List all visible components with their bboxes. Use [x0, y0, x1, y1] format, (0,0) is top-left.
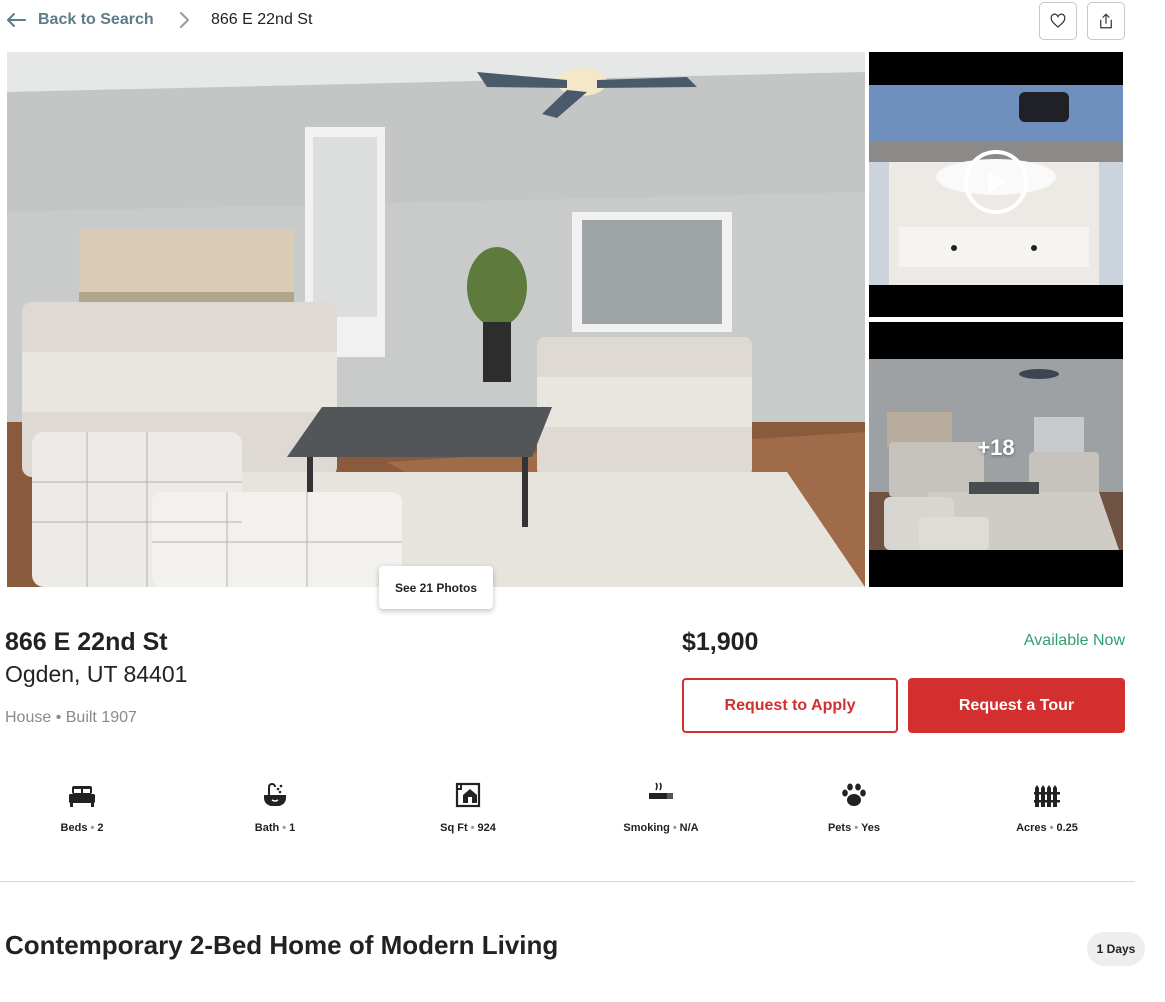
fact-smoking-text: Smoking • N/A	[581, 822, 741, 834]
fact-separator: •	[672, 822, 677, 834]
living-room-photo	[7, 52, 865, 587]
breadcrumb-current: 866 E 22nd St	[211, 11, 313, 28]
smoking-icon	[649, 782, 673, 799]
fact-beds: Beds • 2	[2, 780, 162, 834]
section-divider	[0, 881, 1135, 882]
bed-icon	[69, 786, 95, 807]
fact-beds-text: Beds • 2	[2, 822, 162, 834]
fact-bath-label: Bath	[254, 822, 280, 834]
main-photo[interactable]	[7, 52, 865, 587]
paw-icon	[842, 783, 866, 806]
chevron-right-icon	[180, 12, 189, 28]
top-bar: Back to Search 866 E 22nd St	[0, 0, 1165, 44]
back-to-search-label: Back to Search	[38, 11, 154, 28]
fact-separator: •	[470, 822, 475, 834]
days-on-market-badge: 1 Days	[1087, 932, 1145, 966]
play-button[interactable]	[964, 150, 1028, 214]
fact-acres: Acres • 0.25	[967, 780, 1127, 834]
fact-separator: •	[90, 822, 95, 834]
fence-icon	[1034, 785, 1060, 807]
bath-icon	[264, 783, 286, 806]
fact-acres-label: Acres	[1016, 822, 1047, 834]
fact-sqft-label: Sq Ft	[440, 822, 468, 834]
request-a-tour-button[interactable]: Request a Tour	[908, 678, 1125, 733]
year-built: Built 1907	[65, 709, 137, 726]
rent-price: $1,900	[682, 628, 759, 656]
property-type: House	[5, 709, 52, 726]
fact-pets-label: Pets	[827, 822, 852, 834]
fact-separator: •	[1049, 822, 1054, 834]
play-icon	[988, 171, 1006, 193]
fact-separator: •	[282, 822, 287, 834]
fact-bath-value: 1	[289, 822, 296, 834]
fact-smoking-value: N/A	[679, 822, 699, 834]
heart-icon	[1050, 13, 1066, 28]
request-to-apply-button[interactable]: Request to Apply	[682, 678, 898, 733]
property-meta: House • Built 1907	[5, 709, 137, 727]
fact-beds-value: 2	[97, 822, 104, 834]
fact-sqft-value: 924	[477, 822, 496, 834]
see-all-photos-button[interactable]: See 21 Photos	[379, 566, 493, 609]
fact-bath: Bath • 1	[195, 780, 355, 834]
meta-separator: •	[55, 709, 66, 726]
fact-acres-value: 0.25	[1056, 822, 1078, 834]
fact-pets: Pets • Yes	[774, 780, 934, 834]
back-to-search-link[interactable]: Back to Search	[4, 8, 154, 32]
street-address: 866 E 22nd St	[5, 628, 168, 656]
video-thumbnail[interactable]	[869, 52, 1123, 317]
fact-bath-text: Bath • 1	[195, 822, 355, 834]
listing-headline: Contemporary 2-Bed Home of Modern Living	[5, 930, 559, 960]
more-photos-count: +18	[977, 435, 1015, 460]
fact-sqft-text: Sq Ft • 924	[388, 822, 548, 834]
fact-separator: •	[854, 822, 859, 834]
availability-status: Available Now	[1023, 632, 1125, 649]
fact-sqft: Sq Ft • 924	[388, 780, 548, 834]
fact-beds-label: Beds	[60, 822, 88, 834]
more-photos-thumbnail[interactable]: +18	[869, 322, 1123, 587]
house-icon	[455, 782, 481, 808]
city-state-zip: Ogden, UT 84401	[5, 661, 188, 687]
share-icon	[1100, 13, 1112, 29]
fact-acres-text: Acres • 0.25	[967, 822, 1127, 834]
fact-smoking: Smoking • N/A	[581, 780, 741, 834]
fact-pets-value: Yes	[861, 822, 881, 834]
favorite-button[interactable]	[1039, 2, 1077, 40]
arrow-left-icon	[7, 13, 26, 27]
fact-pets-text: Pets • Yes	[774, 822, 934, 834]
fact-smoking-label: Smoking	[623, 822, 670, 834]
share-button[interactable]	[1087, 2, 1125, 40]
